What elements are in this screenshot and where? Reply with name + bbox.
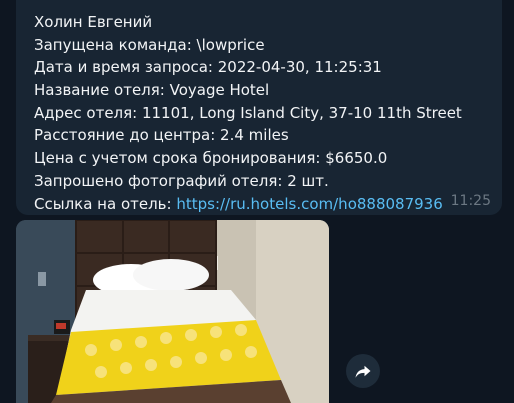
message-line-link: Ссылка на отель: https://ru.hotels.com/h… [34,193,494,216]
message-bubble[interactable]: Холин Евгений Запущена команда: \lowpric… [16,0,502,215]
forward-icon [355,365,371,378]
message-line-price: Цена с учетом срока бронирования: $6650.… [34,149,388,168]
message-time: 11:25 [450,193,491,209]
message-text: Холин Евгений Запущена команда: \lowpric… [34,11,494,215]
message-line-hotel-name: Название отеля: Voyage Hotel [34,81,270,100]
message-line-photos: Запрошено фотографий отеля: 2 шт. [34,171,329,190]
message-line-address: Адрес отеля: 11101, Long Island City, 37… [34,103,462,122]
forward-button[interactable] [346,354,380,388]
message-line-distance: Расстояние до центра: 2.4 miles [34,126,289,145]
hotel-photo[interactable] [16,220,329,403]
chat-area: Холин Евгений Запущена команда: \lowpric… [0,0,514,403]
message-line-datetime: Дата и время запроса: 2022-04-30, 11:25:… [34,58,382,77]
link-label: Ссылка на отель: [34,194,177,213]
message-line-command: Запущена команда: \lowprice [34,35,265,54]
hotel-link[interactable]: https://ru.hotels.com/ho888087936 [176,195,442,213]
message-line-sender: Холин Евгений [34,13,153,31]
